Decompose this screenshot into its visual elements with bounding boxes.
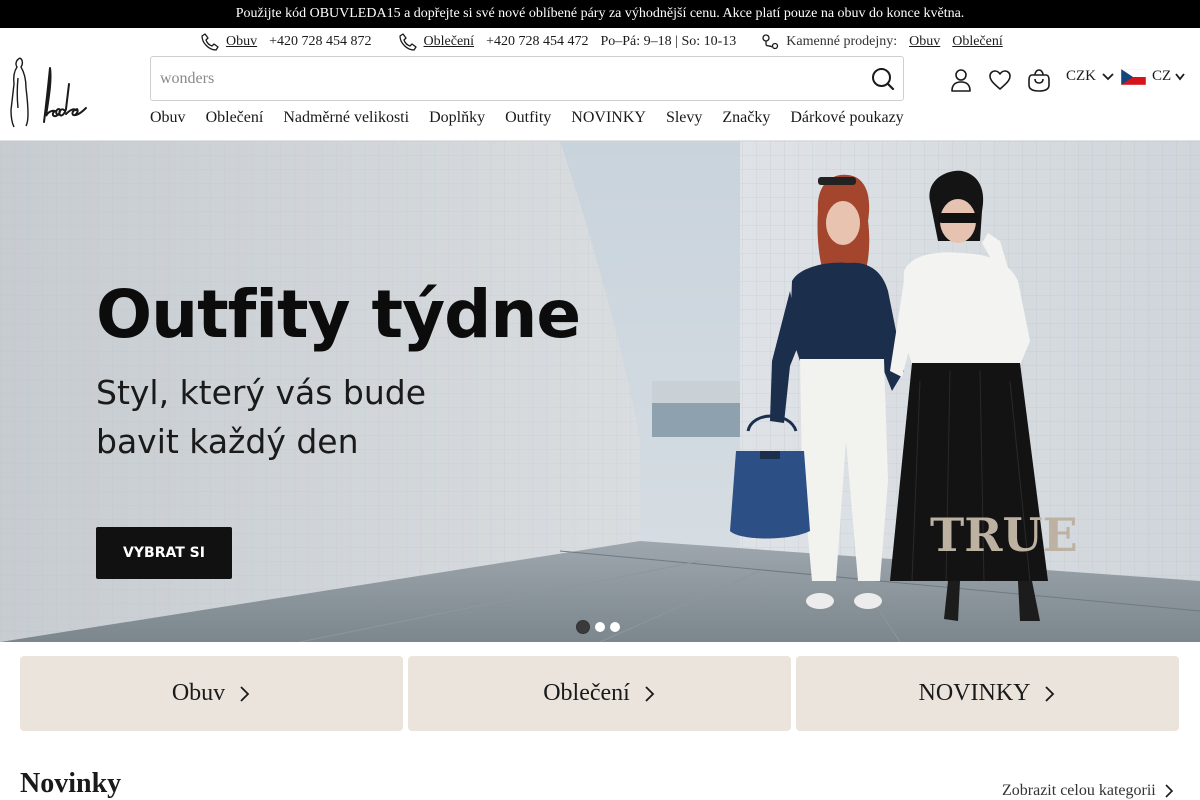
see-all-label: Zobrazit celou kategorii <box>1002 782 1156 799</box>
hero-subtitle-line-2: bavit každý den <box>96 422 359 461</box>
slider-dot-1[interactable] <box>576 620 590 634</box>
slider-dot-2[interactable] <box>595 622 605 632</box>
chevron-down-icon <box>1175 72 1185 81</box>
slider-dots <box>576 620 625 634</box>
section-title-novinky: Novinky <box>20 768 122 799</box>
contact-shoes-phone[interactable]: +420 728 454 872 <box>269 34 371 50</box>
nav-item-obuv[interactable]: Obuv <box>150 109 186 127</box>
nav-item-darkove-poukazy[interactable]: Dárkové poukazy <box>790 109 903 127</box>
hero-subtitle-line-1: Styl, který vás bude <box>96 373 427 412</box>
skirt-text: TRUE <box>930 508 1078 562</box>
store-location-icon <box>760 32 780 52</box>
nav-item-outfity[interactable]: Outfity <box>505 109 551 127</box>
phone-icon <box>398 32 418 52</box>
language-label: CZ <box>1152 68 1172 84</box>
nav-item-obleceni[interactable]: Oblečení <box>206 109 264 127</box>
category-label: NOVINKY <box>918 680 1031 706</box>
category-label: Obuv <box>171 680 226 706</box>
chevron-right-icon <box>239 685 251 703</box>
category-tile-novinky[interactable]: NOVINKY <box>796 656 1179 731</box>
main-nav: Obuv Oblečení Nadměrné velikosti Doplňky… <box>150 109 924 127</box>
stores-shoes-link[interactable]: Obuv <box>909 34 940 50</box>
leda-logo[interactable] <box>8 54 104 130</box>
search-box <box>150 56 904 101</box>
heart-icon[interactable] <box>987 67 1013 93</box>
chevron-right-icon <box>1164 783 1174 799</box>
contact-clothing-link[interactable]: Oblečení <box>424 34 475 50</box>
hero-title: Outfity týdne <box>96 276 581 353</box>
cart-bag-icon[interactable] <box>1026 67 1052 93</box>
contact-shoes-link[interactable]: Obuv <box>226 34 257 50</box>
nav-item-doplnky[interactable]: Doplňky <box>429 109 485 127</box>
currency-selector[interactable]: CZK <box>1066 68 1114 85</box>
stores-clothing-link[interactable]: Oblečení <box>952 34 1003 50</box>
slider-dot-3[interactable] <box>610 622 620 632</box>
search-icon[interactable] <box>870 66 896 92</box>
stores-label: Kamenné prodejny: <box>786 34 898 49</box>
contact-row: Obuv +420 728 454 872 Oblečení +420 728 … <box>200 31 1003 53</box>
category-tile-obleceni[interactable]: Oblečení <box>408 656 791 731</box>
nav-item-znacky[interactable]: Značky <box>722 109 770 127</box>
user-account-icon[interactable] <box>948 67 974 93</box>
hero-banner[interactable]: TRUE Outfity týdne Styl, který vás bude … <box>0 141 1200 642</box>
promo-text: Použijte kód OBUVLEDA15 a dopřejte si sv… <box>235 6 965 21</box>
currency-label: CZK <box>1066 68 1096 84</box>
chevron-right-icon <box>1044 685 1056 703</box>
nav-item-novinky[interactable]: NOVINKY <box>571 109 646 127</box>
chevron-right-icon <box>644 685 656 703</box>
search-input[interactable] <box>151 57 851 100</box>
opening-hours: Po–Pá: 9–18 | So: 10-13 <box>600 34 737 49</box>
category-label: Oblečení <box>543 680 630 706</box>
hero-subtitle: Styl, který vás bude bavit každý den <box>96 368 496 466</box>
hero-cta-button[interactable]: VYBRAT SI <box>96 527 232 579</box>
chevron-down-icon <box>1102 72 1114 81</box>
contact-clothing-phone[interactable]: +420 728 454 472 <box>486 34 588 50</box>
site-header: Obuv +420 728 454 872 Oblečení +420 728 … <box>0 28 1200 141</box>
phone-icon <box>200 32 220 52</box>
nav-item-nadmerne-velikosti[interactable]: Nadměrné velikosti <box>283 109 409 127</box>
header-icons <box>948 66 1065 94</box>
see-all-link[interactable]: Zobrazit celou kategorii <box>1002 782 1174 800</box>
language-selector[interactable]: CZ <box>1120 68 1185 85</box>
category-tile-obuv[interactable]: Obuv <box>20 656 403 731</box>
category-tiles: Obuv Oblečení NOVINKY <box>20 656 1179 731</box>
nav-item-slevy[interactable]: Slevy <box>666 109 702 127</box>
czech-flag-icon <box>1120 68 1147 85</box>
promo-bar: Použijte kód OBUVLEDA15 a dopřejte si sv… <box>0 0 1200 28</box>
